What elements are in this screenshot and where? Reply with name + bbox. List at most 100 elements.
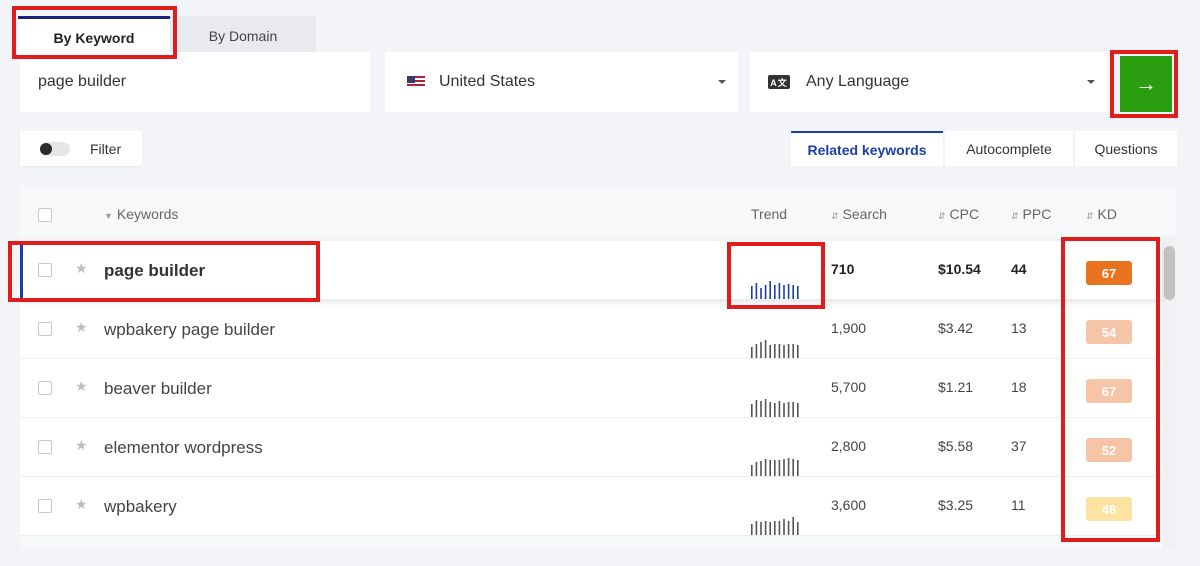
tab-questions[interactable]: Questions <box>1075 131 1177 166</box>
trend-bar <box>751 465 753 476</box>
ppc-value: 18 <box>1011 379 1027 395</box>
trend-bar <box>760 288 762 299</box>
table-row[interactable]: ★ page builder 710 $10.54 44 67 <box>20 241 1162 300</box>
row-checkbox[interactable] <box>38 263 52 277</box>
star-icon[interactable]: ★ <box>75 319 88 336</box>
trend-bar <box>769 460 771 476</box>
table-row[interactable]: ★ elementor wordpress 2,800 $5.58 37 52 <box>20 418 1162 477</box>
header-search[interactable]: ⇵ Search <box>831 206 887 222</box>
tab-related-keywords[interactable]: Related keywords <box>791 131 943 166</box>
row-checkbox[interactable] <box>38 381 52 395</box>
search-go-button[interactable]: → <box>1120 56 1172 112</box>
tab-autocomplete[interactable]: Autocomplete <box>945 131 1073 166</box>
trend-sparkline <box>751 517 799 535</box>
header-keywords[interactable]: ▼ Keywords <box>104 206 178 222</box>
trend-bar <box>783 519 785 535</box>
star-icon[interactable]: ★ <box>75 378 88 395</box>
filter-toggle[interactable] <box>40 141 70 156</box>
header-cpc[interactable]: ⇵ CPC <box>938 206 979 222</box>
trend-bar <box>751 286 753 299</box>
trend-bar <box>783 459 785 476</box>
country-label: United States <box>439 73 536 90</box>
row-checkbox[interactable] <box>38 499 52 513</box>
table-row[interactable]: ★ wpbakery 3,600 $3.25 11 48 <box>20 477 1162 536</box>
trend-sparkline <box>751 399 799 417</box>
trend-bar <box>792 459 794 476</box>
table-row[interactable]: ★ beaver builder 5,700 $1.21 18 67 <box>20 359 1162 418</box>
trend-bar <box>769 402 771 417</box>
trend-sparkline <box>751 458 799 476</box>
cpc-value: $3.25 <box>938 497 974 513</box>
translate-icon: A文 <box>768 75 790 89</box>
header-kd[interactable]: ⇵ KD <box>1086 206 1117 222</box>
trend-bar <box>751 524 753 535</box>
trend-bar <box>792 402 794 417</box>
kd-badge: 67 <box>1086 379 1132 403</box>
search-volume: 2,800 <box>831 438 867 454</box>
chevron-down-icon <box>1087 80 1095 84</box>
language-select[interactable]: A文 Any Language <box>750 52 1107 112</box>
country-select[interactable]: United States <box>385 52 738 112</box>
ppc-value: 11 <box>1011 497 1026 513</box>
header-ppc[interactable]: ⇵ PPC <box>1011 206 1051 222</box>
search-volume: 1,900 <box>831 320 867 336</box>
trend-bar <box>787 284 790 299</box>
keywords-table: ▼ Keywords Trend ⇵ Search ⇵ CPC ⇵ PPC ⇵ KD ★ p… <box>20 186 1177 548</box>
trend-bar <box>774 344 776 358</box>
keyword-input[interactable] <box>20 52 370 112</box>
trend-bar <box>769 345 771 358</box>
keyword-text[interactable]: page builder <box>104 261 205 281</box>
kd-badge: 67 <box>1086 261 1132 285</box>
trend-bar <box>764 459 767 476</box>
trend-bar <box>755 283 758 299</box>
trend-bar <box>755 344 758 358</box>
search-volume: 3,600 <box>831 497 867 513</box>
scrollbar-thumb[interactable] <box>1164 246 1175 300</box>
table-header: ▼ Keywords Trend ⇵ Search ⇵ CPC ⇵ PPC ⇵ KD <box>20 186 1177 241</box>
row-checkbox[interactable] <box>38 440 52 454</box>
trend-bar <box>792 344 794 358</box>
sort-icon: ⇵ <box>1011 211 1019 221</box>
trend-bar <box>787 458 790 476</box>
keyword-text[interactable]: beaver builder <box>104 379 212 399</box>
trend-bar <box>755 521 758 535</box>
cpc-value: $1.21 <box>938 379 974 395</box>
star-icon[interactable]: ★ <box>75 437 88 454</box>
tab-by-domain[interactable]: By Domain <box>172 16 314 56</box>
search-volume: 710 <box>831 261 855 277</box>
trend-bar <box>774 521 776 535</box>
trend-bar <box>769 281 771 299</box>
trend-bar <box>797 286 799 299</box>
star-icon[interactable]: ★ <box>75 260 88 277</box>
sort-icon: ⇵ <box>1086 211 1094 221</box>
keyword-text[interactable]: elementor wordpress <box>104 438 263 458</box>
table-row[interactable]: ★ wpbakery page builder 1,900 $3.42 13 54 <box>20 300 1162 359</box>
trend-bar <box>769 522 771 535</box>
trend-bar <box>760 342 762 358</box>
tab-by-keyword[interactable]: By Keyword <box>18 16 170 56</box>
keyword-text[interactable]: wpbakery <box>104 497 177 517</box>
filter-toggle-button[interactable]: Filter <box>20 131 142 166</box>
ppc-value: 13 <box>1011 320 1027 336</box>
trend-bar <box>760 461 762 476</box>
cpc-value: $3.42 <box>938 320 974 336</box>
trend-bar <box>764 340 767 358</box>
trend-bar <box>764 285 767 299</box>
row-checkbox[interactable] <box>38 322 52 336</box>
us-flag-icon <box>407 76 425 88</box>
trend-bar <box>774 460 776 476</box>
trend-bar <box>755 400 758 417</box>
trend-bar <box>764 521 767 535</box>
kd-badge: 48 <box>1086 497 1132 521</box>
cpc-value: $5.58 <box>938 438 974 454</box>
trend-bar <box>787 344 790 358</box>
select-all-checkbox[interactable] <box>38 208 52 222</box>
trend-bar <box>797 345 799 358</box>
trend-bar <box>797 460 799 476</box>
trend-bar <box>792 517 794 535</box>
star-icon[interactable]: ★ <box>75 496 88 513</box>
trend-bar <box>751 404 753 417</box>
keyword-text[interactable]: wpbakery page builder <box>104 320 275 340</box>
trend-bar <box>783 345 785 358</box>
trend-bar <box>792 285 794 299</box>
